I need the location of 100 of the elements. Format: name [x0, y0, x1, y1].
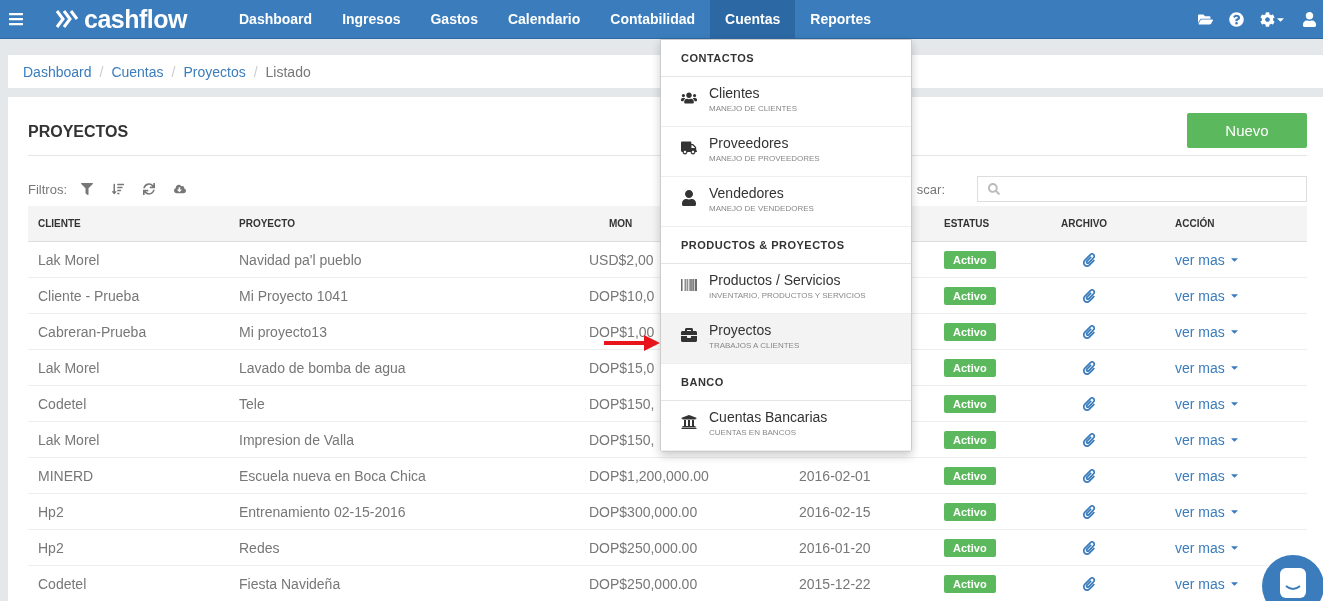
menu-item-label: Cuentas Bancarias — [709, 409, 828, 425]
action-dropdown[interactable]: ver mas — [1175, 575, 1240, 592]
menu-item-subtitle: CUENTAS EN BANCOS — [709, 428, 797, 437]
table-cell: 2015-12-22 — [799, 575, 871, 592]
paperclip-icon[interactable] — [1082, 540, 1096, 555]
settings-icon[interactable] — [1260, 11, 1286, 27]
table-cell: 2016-02-01 — [799, 467, 871, 484]
paperclip-icon[interactable] — [1082, 432, 1096, 447]
table-cell: Redes — [239, 539, 280, 556]
user-icon[interactable] — [1302, 11, 1317, 27]
sort-icon[interactable] — [112, 183, 124, 195]
nav-item[interactable]: Reportes — [795, 0, 886, 38]
page-title: PROYECTOS — [28, 122, 129, 141]
help-icon[interactable] — [1229, 11, 1244, 27]
nav-item[interactable]: Cuentas — [710, 0, 796, 38]
status-badge: Activo — [944, 430, 996, 449]
status-badge: Activo — [944, 502, 996, 521]
table-cell: DOP$250,000.00 — [589, 575, 698, 592]
paperclip-icon[interactable] — [1082, 576, 1096, 591]
refresh-icon[interactable] — [143, 183, 155, 195]
table-cell: Hp2 — [38, 539, 64, 556]
paperclip-icon[interactable] — [1082, 468, 1096, 483]
table-cell: 2016-02-15 — [799, 503, 871, 520]
table-cell: DOP$1,00 — [589, 323, 655, 340]
table-cell: MINERD — [38, 467, 94, 484]
status-badge: Activo — [944, 322, 996, 341]
status-badge: Activo — [944, 358, 996, 377]
nav-item[interactable]: Ingresos — [327, 0, 416, 38]
breadcrumb-separator: / — [253, 63, 258, 80]
table-cell: DOP$150, — [589, 431, 655, 448]
menu-item-label: Proyectos — [709, 322, 773, 338]
breadcrumb-link[interactable]: Proyectos — [183, 63, 246, 80]
table-cell: Mi Proyecto 1041 — [239, 287, 348, 304]
paperclip-icon[interactable] — [1082, 252, 1096, 267]
menu-item[interactable]: Proveedores MANEJO DE PROVEEDORES — [661, 127, 911, 177]
breadcrumb-link[interactable]: Cuentas — [111, 63, 164, 80]
status-badge: Activo — [944, 394, 996, 413]
table-cell: Lak Morel — [38, 431, 100, 448]
nav-item[interactable]: Calendario — [492, 0, 596, 38]
search-label: scar: — [916, 181, 945, 197]
menu-item-icon — [681, 190, 699, 206]
table-cell: Tele — [239, 395, 265, 412]
paperclip-icon[interactable] — [1082, 360, 1096, 375]
table-cell: DOP$250,000.00 — [589, 539, 698, 556]
table-cell: Hp2 — [38, 503, 64, 520]
search-field[interactable] — [977, 176, 1307, 202]
table-cell: Lavado de bomba de agua — [239, 359, 406, 376]
breadcrumb-separator: / — [99, 63, 104, 80]
menu-item-subtitle: MANEJO DE VENDEDORES — [709, 204, 814, 213]
menu-item[interactable]: Proyectos TRABAJOS A CLIENTES — [661, 314, 911, 364]
menu-item-subtitle: MANEJO DE PROVEEDORES — [709, 154, 820, 163]
table-cell: Cabreran-Prueba — [38, 323, 147, 340]
menu-item-subtitle: INVENTARIO, PRODUCTOS Y SERVICIOS — [709, 291, 866, 300]
paperclip-icon[interactable] — [1082, 396, 1096, 411]
filters-label: Filtros: — [28, 181, 67, 197]
menu-item[interactable]: Vendedores MANEJO DE VENDEDORES — [661, 177, 911, 227]
nav-item[interactable]: Contabilidad — [595, 0, 711, 38]
table-cell: DOP$15,0 — [589, 359, 655, 376]
table-cell: DOP$150, — [589, 395, 655, 412]
column-header: CLIENTE — [37, 218, 82, 229]
menu-icon[interactable] — [8, 11, 24, 27]
menu-item[interactable]: Cuentas Bancarias CUENTAS EN BANCOS — [661, 401, 911, 451]
cloud-download-icon[interactable] — [174, 183, 186, 195]
menu-item-icon — [681, 140, 699, 156]
status-badge: Activo — [944, 286, 996, 305]
column-header: ESTATUS — [943, 218, 991, 229]
paperclip-icon[interactable] — [1082, 288, 1096, 303]
menu-item-icon — [681, 90, 699, 106]
menu-item-subtitle: TRABAJOS A CLIENTES — [709, 341, 800, 350]
action-dropdown[interactable]: ver mas — [1175, 467, 1240, 484]
nav-item[interactable]: Dashboard — [224, 0, 328, 38]
action-dropdown[interactable]: ver mas — [1175, 539, 1240, 556]
action-dropdown[interactable]: ver mas — [1175, 503, 1240, 520]
search-icon — [988, 183, 1000, 195]
action-dropdown[interactable]: ver mas — [1175, 251, 1240, 268]
status-badge: Activo — [944, 466, 996, 485]
breadcrumb-link[interactable]: Listado — [265, 63, 311, 80]
table-cell: DOP$1,200,000.00 — [589, 467, 709, 484]
new-button[interactable]: Nuevo — [1187, 112, 1307, 148]
action-dropdown[interactable]: ver mas — [1175, 323, 1240, 340]
menu-item-subtitle: MANEJO DE CLIENTES — [709, 104, 797, 113]
paperclip-icon[interactable] — [1082, 504, 1096, 519]
paperclip-icon[interactable] — [1082, 324, 1096, 339]
menu-item-label: Clientes — [709, 85, 761, 101]
filter-icon[interactable] — [81, 183, 93, 195]
status-badge: Activo — [944, 574, 996, 593]
action-dropdown[interactable]: ver mas — [1175, 395, 1240, 412]
nav-item[interactable]: Gastos — [415, 0, 493, 38]
menu-item[interactable]: Productos / Servicios INVENTARIO, PRODUCTOS Y SERVICIOS — [661, 264, 911, 314]
menu-item[interactable]: Clientes MANEJO DE CLIENTES — [661, 77, 911, 127]
action-dropdown[interactable]: ver mas — [1175, 287, 1240, 304]
table-cell: Codetel — [38, 575, 87, 592]
action-dropdown[interactable]: ver mas — [1175, 359, 1240, 376]
menu-item-icon — [681, 414, 699, 430]
table-cell: Codetel — [38, 395, 87, 412]
action-dropdown[interactable]: ver mas — [1175, 431, 1240, 448]
menu-item-label: Proveedores — [709, 135, 790, 151]
table-cell: Escuela nueva en Boca Chica — [239, 467, 426, 484]
chat-icon — [1278, 568, 1308, 598]
breadcrumb-link[interactable]: Dashboard — [23, 63, 92, 80]
